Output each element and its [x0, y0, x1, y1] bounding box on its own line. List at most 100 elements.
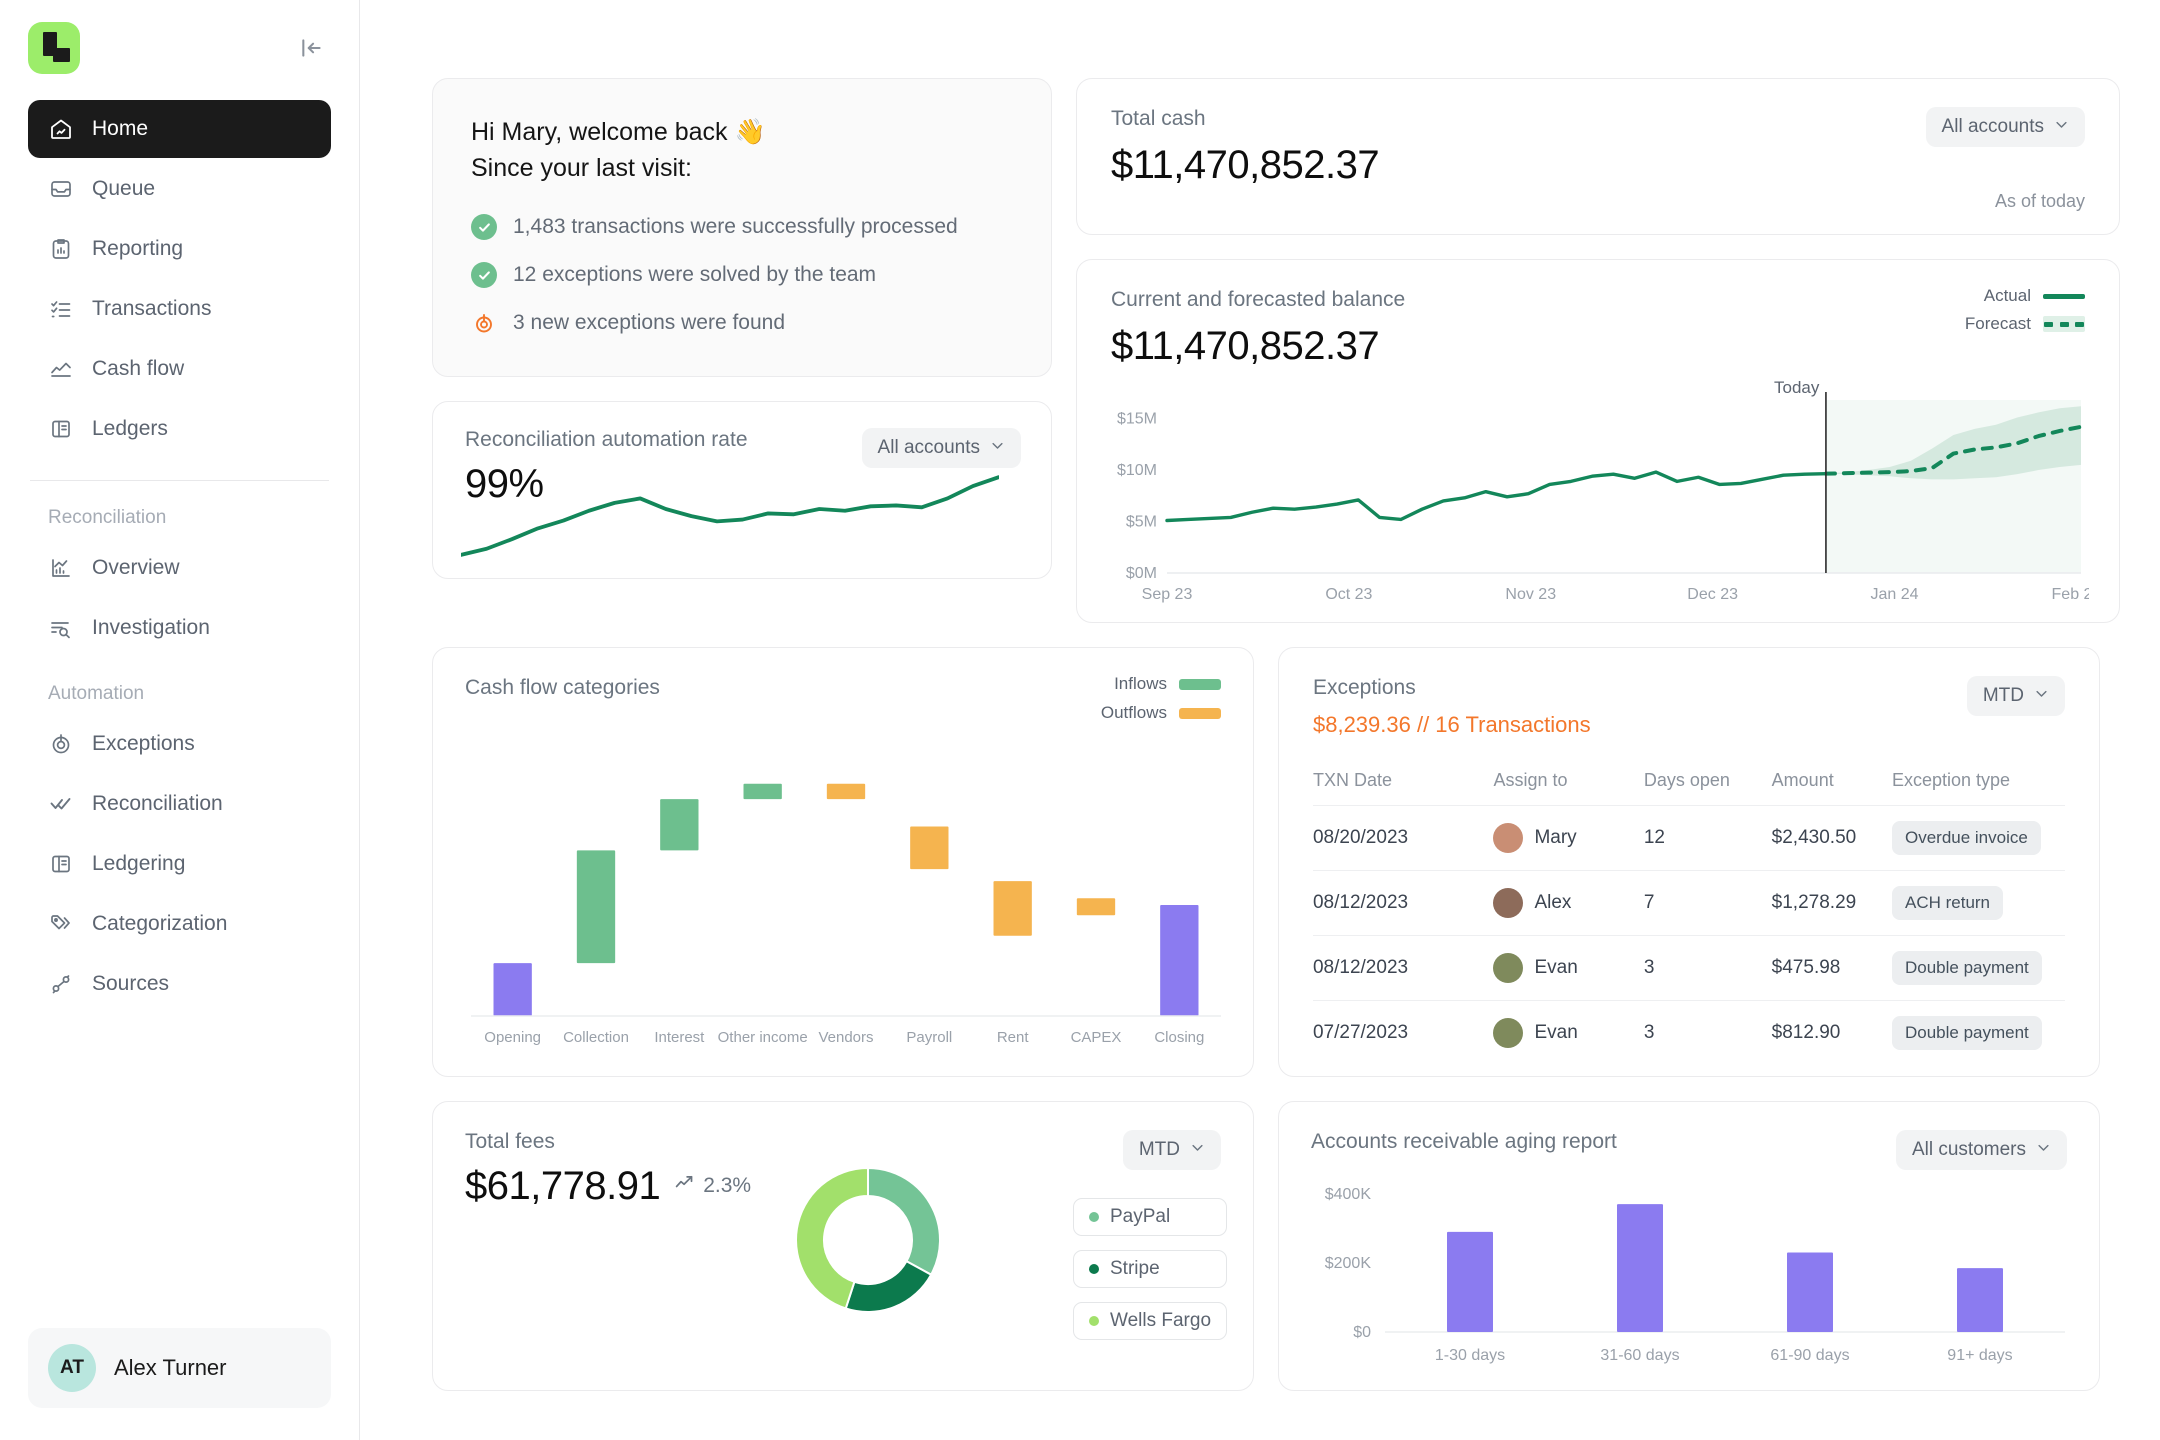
trend-value: 2.3%	[703, 1173, 752, 1197]
sidebar-item-transactions[interactable]: Transactions	[28, 280, 331, 338]
legend-label: Wells Fargo	[1110, 1310, 1212, 1331]
column-header: Amount	[1771, 770, 1834, 790]
forecast-card: Current and forecasted balance $11,470,8…	[1076, 259, 2120, 623]
legend-dot-icon	[1089, 1212, 1099, 1222]
sidebar-item-investigation[interactable]: Investigation	[28, 599, 331, 657]
svg-text:Closing: Closing	[1154, 1029, 1204, 1046]
plug-icon	[48, 971, 74, 997]
svg-text:$5M: $5M	[1126, 514, 1157, 531]
list-item: 1,483 transactions were successfully pro…	[471, 214, 1013, 240]
sidebar-item-cash-flow[interactable]: Cash flow	[28, 340, 331, 398]
sidebar-item-label: Transactions	[92, 297, 212, 320]
fees-legend-item-stripe[interactable]: Stripe	[1073, 1250, 1228, 1288]
total-fees-trend: 2.3%	[674, 1164, 751, 1199]
tags-icon	[48, 911, 74, 937]
user-profile-card[interactable]: AT Alex Turner	[28, 1328, 331, 1408]
ar-aging-bar-chart: $0 $200K $400K 1-30 days 31-60 days 61-90 day…	[1325, 1186, 2065, 1364]
table-row[interactable]: 08/12/2023 Evan 3 $475.98 Double payment	[1312, 935, 2065, 1001]
avatar	[1493, 953, 1524, 983]
sidebar-item-label: Queue	[92, 177, 156, 200]
today-annotation-label: Today	[1774, 378, 1820, 397]
legend-swatch-inflows	[1178, 678, 1221, 690]
assignee-name: Mary	[1534, 827, 1577, 848]
legend-item-forecast: Forecast	[1965, 314, 2085, 334]
dashboard-row-3: Total fees $61,778.91 2.3% MTD PayPal St…	[432, 1101, 2100, 1391]
avatar	[1493, 888, 1524, 918]
sidebar-item-exceptions[interactable]: Exceptions	[28, 715, 331, 773]
sidebar-item-overview[interactable]: Overview	[28, 539, 331, 597]
card-title: Total fees	[465, 1130, 555, 1153]
dashboard-app: Home Queue Reporting Transactions Cash f…	[0, 0, 2160, 1440]
total-fees-value: $61,778.91	[465, 1164, 661, 1208]
status-badge: Overdue invoice	[1891, 821, 2041, 855]
reconciliation-sparkline-chart	[461, 475, 999, 557]
svg-text:Nov 23: Nov 23	[1505, 586, 1556, 603]
legend-dot-icon	[1089, 1264, 1099, 1274]
sidebar-item-home[interactable]: Home	[28, 100, 331, 158]
filter-label: All accounts	[877, 437, 980, 458]
cell-amount: $475.98	[1771, 935, 1892, 1001]
chevron-down-icon	[2054, 116, 2069, 138]
list-item: 12 exceptions were solved by the team	[471, 262, 1013, 288]
table-row[interactable]: 08/12/2023 Alex 7 $1,278.29 ACH return	[1312, 870, 2065, 936]
sidebar-item-categorization[interactable]: Categorization	[28, 895, 331, 953]
forecast-legend: Actual Forecast	[1965, 286, 2085, 334]
trend-up-icon	[674, 1172, 695, 1199]
svg-text:Vendors: Vendors	[818, 1029, 873, 1046]
fees-period-filter[interactable]: MTD	[1122, 1130, 1221, 1170]
sidebar-item-ledgers[interactable]: Ledgers	[28, 400, 331, 458]
collapse-sidebar-icon[interactable]	[293, 29, 331, 67]
total-cash-account-filter[interactable]: All accounts	[1925, 107, 2085, 147]
sidebar-item-queue[interactable]: Queue	[28, 160, 331, 218]
svg-text:Feb 24: Feb 24	[2052, 586, 2089, 603]
sidebar-item-sources[interactable]: Sources	[28, 955, 331, 1013]
card-title: Reconciliation automation rate	[465, 428, 748, 451]
assignee-name: Evan	[1534, 957, 1578, 978]
column-header: TXN Date	[1312, 770, 1393, 790]
alert-target-icon	[471, 310, 497, 336]
cell-days-open: 3	[1643, 1000, 1772, 1065]
forecast-balance-value: $11,470,852.37	[1111, 324, 1380, 368]
legend-label: Stripe	[1110, 1258, 1160, 1279]
table-row[interactable]: 07/27/2023 Evan 3 $812.90 Double payment	[1312, 1000, 2065, 1065]
filter-label: All customers	[1911, 1139, 2026, 1160]
exceptions-table-body: 08/20/2023 Mary 12 $2,430.50 Overdue invoice…	[1312, 805, 2065, 1065]
svg-text:Interest: Interest	[654, 1029, 705, 1046]
fees-legend-item-wells-fargo[interactable]: Wells Fargo	[1073, 1302, 1228, 1340]
sidebar-item-ledgering[interactable]: Ledgering	[28, 835, 331, 893]
card-title: Total cash	[1111, 107, 1206, 130]
svg-text:$10M: $10M	[1117, 462, 1157, 479]
table-row[interactable]: 08/20/2023 Mary 12 $2,430.50 Overdue invoice	[1312, 805, 2065, 871]
sidebar-item-label: Ledgers	[92, 417, 168, 440]
exceptions-table: TXN Date Assign to Days open Amount Exce…	[1312, 770, 2065, 1065]
sidebar-item-label: Exceptions	[92, 732, 195, 755]
cash-flow-categories-card: Cash flow categories Inflows Outflows Op…	[432, 647, 1254, 1077]
app-logo-icon[interactable]	[28, 22, 80, 74]
sidebar-item-label: Cash flow	[92, 357, 185, 380]
aging-customer-filter[interactable]: All customers	[1895, 1130, 2067, 1170]
status-badge: ACH return	[1891, 886, 2004, 920]
exceptions-period-filter[interactable]: MTD	[1966, 676, 2065, 716]
chevron-down-icon	[1190, 1139, 1205, 1161]
column-header: Days open	[1643, 770, 1730, 790]
fees-legend-item-paypal[interactable]: PayPal	[1073, 1198, 1228, 1236]
legend-swatch-outflows	[1178, 707, 1221, 719]
svg-text:$15M: $15M	[1117, 411, 1157, 428]
cash-flow-legend: Inflows Outflows	[1101, 674, 1221, 723]
status-badge: Double payment	[1891, 1016, 2042, 1050]
exceptions-card: Exceptions $8,239.36 // 16 Transactions …	[1277, 647, 2100, 1077]
bar-chart-icon	[48, 555, 74, 581]
sidebar-item-label: Reporting	[92, 237, 184, 260]
reconciliation-account-filter[interactable]: All accounts	[861, 428, 1021, 468]
primary-nav: Home Queue Reporting Transactions Cash f…	[28, 100, 331, 458]
svg-text:Collection: Collection	[563, 1029, 629, 1046]
sidebar-item-reconciliation[interactable]: Reconciliation	[28, 775, 331, 833]
sidebar-item-reporting[interactable]: Reporting	[28, 220, 331, 278]
column-header: Assign to	[1493, 770, 1568, 790]
cell-txn-date: 07/27/2023	[1312, 1000, 1494, 1065]
svg-text:Payroll: Payroll	[906, 1029, 952, 1046]
cell-txn-date: 08/20/2023	[1312, 805, 1494, 871]
cell-exception-type: ACH return	[1891, 870, 2065, 936]
dashboard-row-1: Hi Mary, welcome back 👋 Since your last …	[432, 78, 2120, 623]
